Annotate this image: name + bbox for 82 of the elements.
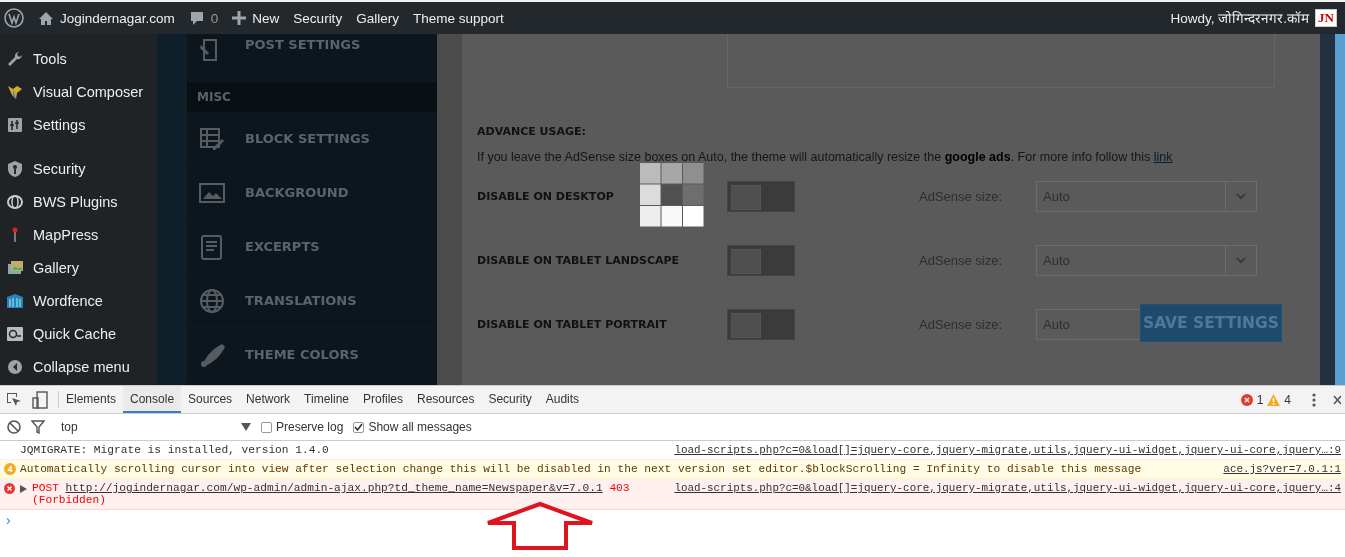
- menu-item[interactable]: MapPress: [0, 218, 157, 251]
- close-icon[interactable]: [1333, 393, 1341, 406]
- source-link[interactable]: load-scripts.php?c=0&load[]=jquery-core,jquery-migrate,utils,jquery-ui-widget,jquery-ui-core,jquery…:4: [674, 482, 1341, 494]
- dropdown-arrow-icon: [241, 423, 251, 431]
- avatar-logo[interactable]: JN: [1315, 9, 1337, 27]
- menu-item[interactable]: BWS Plugins: [0, 185, 157, 218]
- admin-bar-link[interactable]: Theme support: [412, 10, 504, 26]
- devtools-tab[interactable]: Console: [123, 386, 182, 413]
- checkbox[interactable]: [261, 421, 272, 433]
- plus-icon[interactable]: [232, 11, 247, 25]
- devtools-tab[interactable]: Timeline: [297, 386, 356, 413]
- devtools-tab[interactable]: Profiles: [356, 386, 411, 413]
- setting-label: DISABLE ON TABLET LANDSCAPE: [477, 253, 681, 267]
- building-icon: [6, 291, 24, 310]
- table-edit-icon: [199, 125, 225, 152]
- source-link[interactable]: load-scripts.php?c=0&load[]=jquery-core,jquery-migrate,utils,jquery-ui-widget,jquery-ui-core,jquery…:9: [674, 444, 1341, 456]
- chevron-down-icon: [1236, 193, 1246, 199]
- setting-label: DISABLE ON TABLET PORTRAIT: [477, 317, 668, 331]
- devtools-tab[interactable]: Audits: [538, 386, 587, 413]
- section-heading: ADVANCE USAGE:: [477, 125, 587, 139]
- warning-message: Automatically scrolling cursor into view after selection change this will be disabled in the next version set editor.$blockScrolling = Infinity to disable this message: [20, 463, 1143, 475]
- menu-item[interactable]: Visual Composer: [0, 75, 157, 108]
- home-icon[interactable]: [38, 10, 54, 26]
- wordpress-logo-icon[interactable]: [4, 8, 24, 28]
- expand-triangle-icon[interactable]: [20, 485, 27, 493]
- chevron-down-icon: [1236, 257, 1246, 263]
- console-prompt[interactable]: ›: [0, 510, 1345, 530]
- devtools-tab[interactable]: Sources: [181, 386, 240, 413]
- comment-count: 0: [210, 10, 219, 26]
- setting-label: DISABLE ON DESKTOP: [477, 189, 615, 203]
- error-message: POST http://jogindernagar.com/wp-admin/admin-ajax.php?td_theme_name=Newspaper&v=7.0.1 403: [32, 482, 631, 494]
- brush-icon: [199, 341, 225, 368]
- repeat-count-badge: 4: [4, 463, 16, 475]
- photos-icon: [6, 258, 24, 277]
- log-message: JQMIGRATE: Migrate is installed, version 1.4.0: [20, 444, 330, 456]
- admin-bar-link[interactable]: Security: [293, 10, 343, 26]
- scrollbar[interactable]: [1335, 34, 1345, 385]
- device-icon[interactable]: [32, 390, 48, 409]
- wrench-icon: [6, 49, 24, 68]
- context-select[interactable]: top: [55, 420, 251, 434]
- shield-icon: [6, 159, 24, 178]
- error-count: 1: [1256, 392, 1264, 407]
- menu-item[interactable]: Wordfence: [0, 284, 157, 317]
- menu-item[interactable]: Collapse menu: [0, 350, 157, 383]
- error-icon: [1240, 393, 1253, 406]
- check-icon: [354, 423, 364, 431]
- comment-icon[interactable]: [188, 10, 205, 26]
- error-status-text: (Forbidden): [32, 494, 107, 506]
- globe-icon: [199, 287, 225, 314]
- warning-count: 4: [1284, 392, 1291, 407]
- ring-icon: [6, 192, 24, 211]
- option-label: Show all messages: [368, 420, 472, 434]
- devtools-tab[interactable]: Security: [481, 386, 539, 413]
- inspect-icon[interactable]: [6, 391, 22, 408]
- toggle-switch[interactable]: [727, 180, 795, 212]
- option-label: Preserve log: [276, 420, 344, 434]
- toggle-switch[interactable]: [727, 308, 795, 340]
- site-name-link[interactable]: Jogindernagar.com: [60, 10, 175, 26]
- menu-item[interactable]: Security: [0, 152, 157, 185]
- greeting-text[interactable]: Howdy, जोगिन्दरनगर.कॉम: [1170, 9, 1310, 27]
- request-url-link[interactable]: http://jogindernagar.com/wp-admin/admin-ajax.php?td_theme_name=Newspaper&v=7.0.1: [65, 482, 603, 494]
- new-link[interactable]: New: [252, 10, 280, 26]
- menu-item[interactable]: Tools: [0, 42, 157, 75]
- description-text: If you leave the AdSense size boxes on Auto, the theme will automatically resize the google ads. For more info follow this link: [477, 150, 1174, 164]
- devtools-tab[interactable]: Resources: [410, 386, 482, 413]
- checkbox[interactable]: [353, 421, 365, 433]
- menu-item[interactable]: Settings: [0, 108, 157, 141]
- clear-icon[interactable]: [7, 420, 21, 434]
- sliders-icon: [6, 115, 24, 134]
- admin-bar-link[interactable]: Gallery: [356, 10, 399, 26]
- source-link[interactable]: ace.js?ver=7.0.1:1: [1223, 463, 1341, 475]
- collapse-icon: [6, 357, 24, 376]
- toggle-switch[interactable]: [727, 244, 795, 276]
- warning-icon: [1267, 393, 1281, 406]
- devtools-tab[interactable]: Elements: [59, 386, 124, 413]
- section-heading: MISC: [187, 82, 437, 112]
- filter-icon[interactable]: [31, 420, 45, 434]
- devtools-tab[interactable]: Network: [239, 386, 298, 413]
- error-icon: [4, 483, 15, 494]
- document-icon: [199, 233, 225, 260]
- menu-item[interactable]: Gallery: [0, 251, 157, 284]
- menu-item[interactable]: Quick Cache: [0, 317, 157, 350]
